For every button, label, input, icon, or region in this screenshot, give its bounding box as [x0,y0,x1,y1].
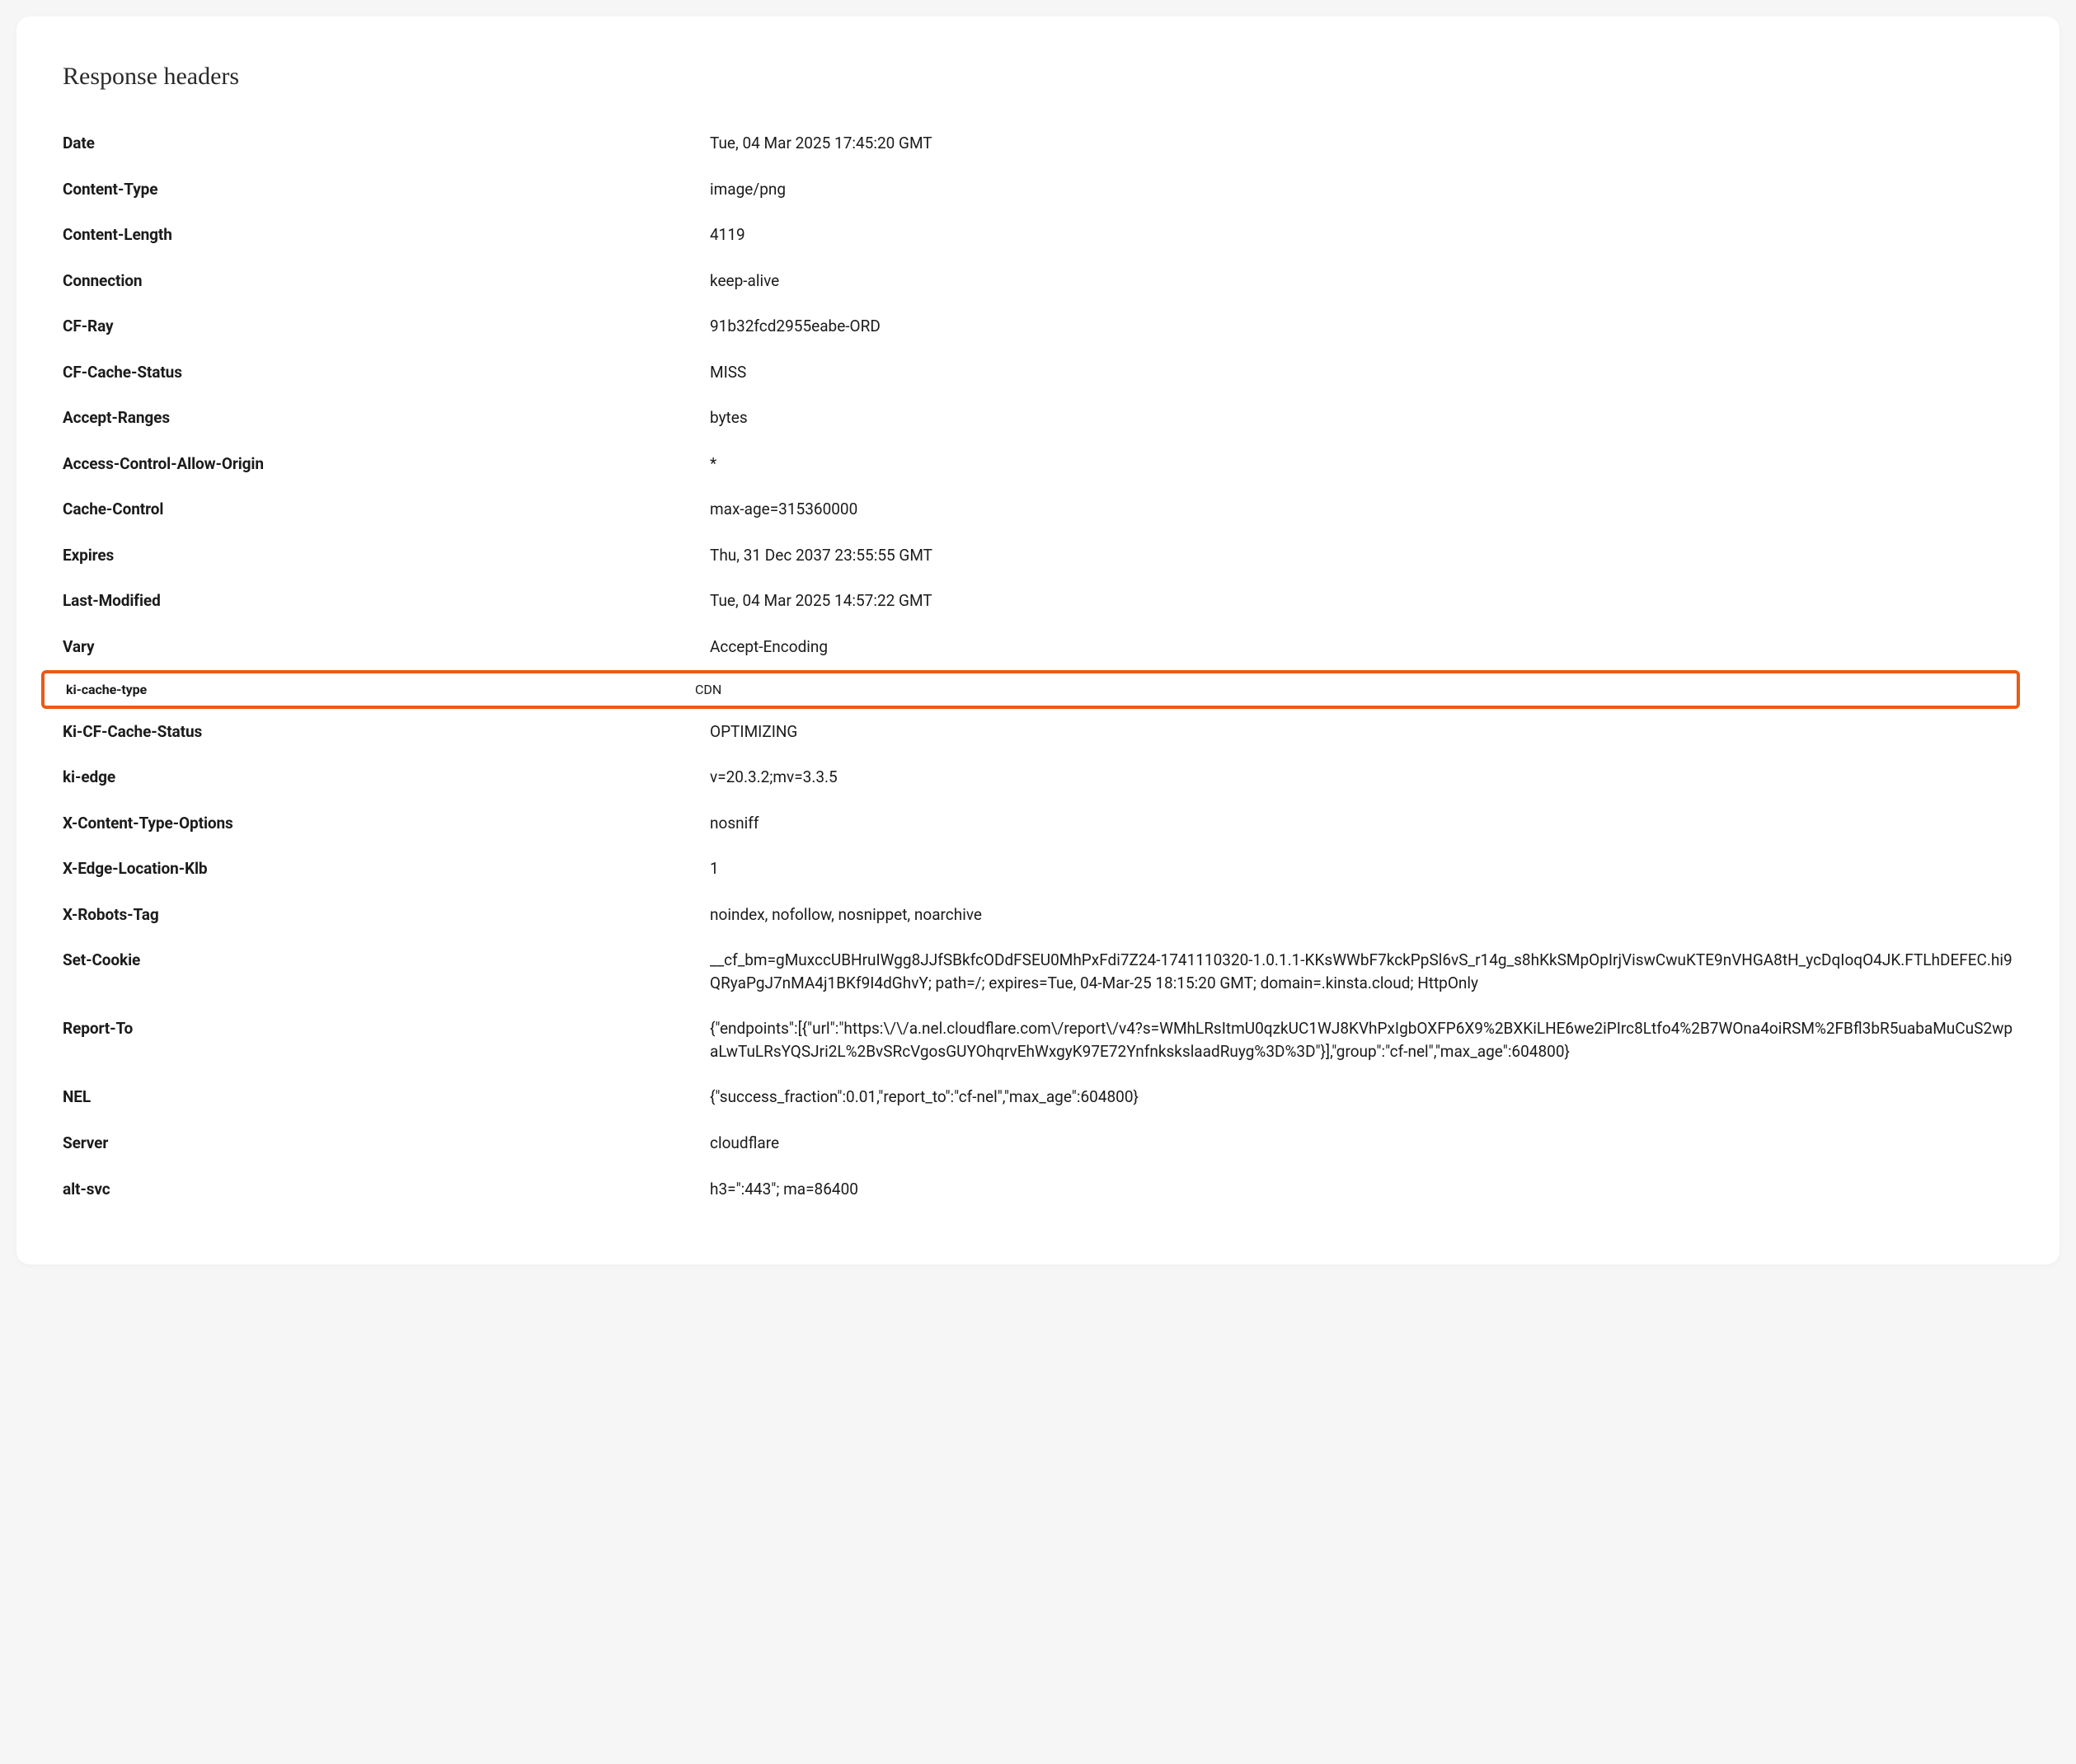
header-name: Accept-Ranges [63,406,710,429]
header-name: Connection [63,270,710,293]
header-value: OPTIMIZING [710,720,2013,744]
header-row: CF-Ray91b32fcd2955eabe-ORD [63,303,2013,350]
header-value: bytes [710,406,2013,429]
header-row: Content-Typeimage/png [63,167,2013,213]
header-value: * [710,453,2013,476]
header-value: 1 [710,857,2013,880]
header-row: X-Robots-Tagnoindex, nofollow, nosnippet… [63,892,2013,938]
header-row: Connectionkeep-alive [63,258,2013,304]
header-value: Tue, 04 Mar 2025 17:45:20 GMT [710,132,2013,155]
header-name: alt-svc [63,1178,710,1201]
header-name: Set-Cookie [63,949,710,972]
headers-list: DateTue, 04 Mar 2025 17:45:20 GMTContent… [63,120,2013,1212]
header-value: {"endpoints":[{"url":"https:\/\/a.nel.cl… [710,1017,2013,1063]
header-value: Tue, 04 Mar 2025 14:57:22 GMT [710,589,2013,612]
header-row: NEL{"success_fraction":0.01,"report_to":… [63,1074,2013,1120]
header-row: Content-Length4119 [63,212,2013,258]
header-row: VaryAccept-Encoding [63,624,2013,670]
header-row: X-Content-Type-Optionsnosniff [63,800,2013,847]
header-row-highlighted: ki-cache-typeCDN [41,670,2020,709]
header-row: Cache-Controlmax-age=315360000 [63,486,2013,532]
header-name: X-Robots-Tag [63,903,710,927]
header-name: Report-To [63,1017,710,1040]
header-row: Report-To{"endpoints":[{"url":"https:\/\… [63,1006,2013,1074]
header-name: X-Edge-Location-Klb [63,857,710,880]
header-name: ki-cache-type [66,682,695,697]
header-name: Date [63,132,710,155]
header-value: cloudflare [710,1132,2013,1155]
header-row: ExpiresThu, 31 Dec 2037 23:55:55 GMT [63,532,2013,579]
header-value: Accept-Encoding [710,636,2013,659]
header-row: Access-Control-Allow-Origin* [63,441,2013,487]
header-value: 91b32fcd2955eabe-ORD [710,315,2013,338]
header-value: keep-alive [710,270,2013,293]
header-row: Servercloudflare [63,1120,2013,1166]
header-value: CDN [695,682,2010,697]
header-row: Ki-CF-Cache-StatusOPTIMIZING [63,709,2013,755]
header-name: Access-Control-Allow-Origin [63,453,710,476]
header-value: image/png [710,178,2013,201]
header-name: CF-Ray [63,315,710,338]
header-value: max-age=315360000 [710,498,2013,521]
header-row: X-Edge-Location-Klb1 [63,846,2013,892]
header-value: MISS [710,361,2013,384]
header-name: Last-Modified [63,589,710,612]
header-value: {"success_fraction":0.01,"report_to":"cf… [710,1086,2013,1109]
header-row: alt-svch3=":443"; ma=86400 [63,1166,2013,1213]
header-value: noindex, nofollow, nosnippet, noarchive [710,903,2013,927]
header-value: Thu, 31 Dec 2037 23:55:55 GMT [710,544,2013,567]
header-value: nosniff [710,812,2013,835]
header-name: Content-Length [63,223,710,246]
header-value: __cf_bm=gMuxccUBHruIWgg8JJfSBkfcODdFSEU0… [710,949,2013,994]
header-row: ki-edgev=20.3.2;mv=3.3.5 [63,754,2013,800]
header-row: Last-ModifiedTue, 04 Mar 2025 14:57:22 G… [63,578,2013,624]
header-name: Vary [63,636,710,659]
header-row: CF-Cache-StatusMISS [63,350,2013,396]
header-name: Cache-Control [63,498,710,521]
header-name: NEL [63,1086,710,1109]
response-headers-card: Response headers DateTue, 04 Mar 2025 17… [16,16,2060,1264]
header-name: X-Content-Type-Options [63,812,710,835]
header-row: Set-Cookie__cf_bm=gMuxccUBHruIWgg8JJfSBk… [63,937,2013,1006]
header-name: Expires [63,544,710,567]
header-row: Accept-Rangesbytes [63,395,2013,441]
header-value: v=20.3.2;mv=3.3.5 [710,766,2013,789]
header-name: Ki-CF-Cache-Status [63,720,710,744]
header-row: DateTue, 04 Mar 2025 17:45:20 GMT [63,120,2013,167]
card-title: Response headers [63,63,2013,91]
header-name: Content-Type [63,178,710,201]
header-name: Server [63,1132,710,1155]
header-value: 4119 [710,223,2013,246]
header-name: ki-edge [63,766,710,789]
header-name: CF-Cache-Status [63,361,710,384]
header-value: h3=":443"; ma=86400 [710,1178,2013,1201]
